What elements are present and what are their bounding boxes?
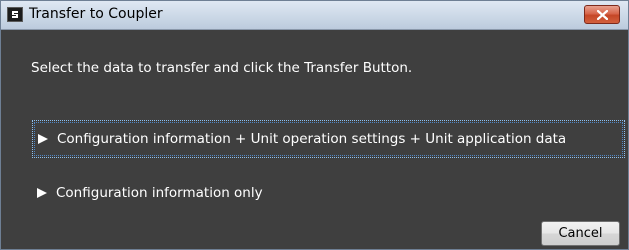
transfer-dialog-window: Transfer to Coupler Select the data to t…: [0, 0, 629, 250]
application-icon: [7, 7, 23, 22]
option-configuration-only[interactable]: Configuration information only: [32, 178, 625, 216]
window-title: Transfer to Coupler: [29, 6, 163, 22]
close-icon: [597, 10, 608, 20]
title-bar[interactable]: Transfer to Coupler: [1, 1, 628, 30]
option-full-transfer[interactable]: Configuration information + Unit operati…: [32, 120, 625, 158]
triangle-right-icon: [37, 188, 47, 198]
close-button[interactable]: [584, 5, 620, 24]
option-label: Configuration information only: [56, 185, 263, 201]
triangle-right-icon: [38, 134, 48, 144]
cancel-button[interactable]: Cancel: [541, 221, 620, 246]
instruction-text: Select the data to transfer and click th…: [31, 60, 413, 76]
option-label: Configuration information + Unit operati…: [57, 131, 567, 147]
